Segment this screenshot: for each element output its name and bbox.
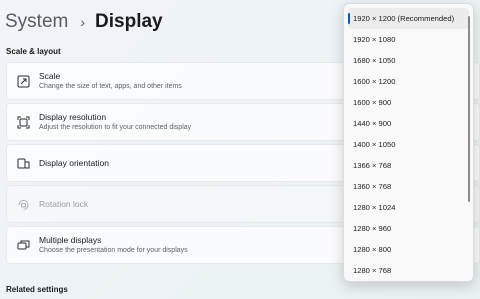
resolution-icon [16,115,30,129]
orientation-icon [16,156,30,170]
breadcrumb-system-link[interactable]: System [5,9,68,35]
resolution-option[interactable]: 1280 × 960 [344,218,473,239]
resolution-dropdown-list[interactable]: 1920 × 1200 (Recommended) 1920 × 1080 16… [343,3,474,282]
section-heading-scale-layout: Scale & layout [6,47,61,56]
resolution-option[interactable]: 1366 × 768 [344,155,473,176]
dropdown-scrollbar[interactable] [468,16,470,202]
card-subtitle: Adjust the resolution to fit your connec… [39,123,192,131]
resolution-option[interactable]: 1600 × 900 [344,92,473,113]
card-title: Rotation lock [39,198,89,209]
rotation-lock-icon [16,197,30,211]
breadcrumb-separator: › [80,14,86,30]
resolution-option[interactable]: 1920 × 1080 [344,29,473,50]
scale-icon [16,74,30,88]
resolution-option[interactable]: 1400 × 1050 [344,134,473,155]
breadcrumb: System › Display [5,9,163,35]
page-title: Display [95,11,163,32]
card-title: Display orientation [39,157,109,168]
section-heading-related-settings: Related settings [6,285,68,294]
resolution-option[interactable]: 1600 × 1200 [344,71,473,92]
resolution-option[interactable]: 1440 × 900 [344,113,473,134]
card-subtitle: Change the size of text, apps, and other… [39,82,182,90]
resolution-option[interactable]: 1920 × 1200 (Recommended) [348,8,469,29]
resolution-option[interactable]: 1280 × 1024 [344,197,473,218]
card-subtitle: Choose the presentation mode for your di… [39,246,188,254]
resolution-option[interactable]: 1360 × 768 [344,176,473,197]
multiple-displays-icon [16,238,30,252]
card-title: Scale [39,70,61,81]
card-title: Multiple displays [39,234,102,245]
card-title: Display resolution [39,111,107,122]
resolution-option[interactable]: 1280 × 768 [344,260,473,281]
resolution-option[interactable]: 1680 × 1050 [344,50,473,71]
resolution-option[interactable]: 1280 × 800 [344,239,473,260]
